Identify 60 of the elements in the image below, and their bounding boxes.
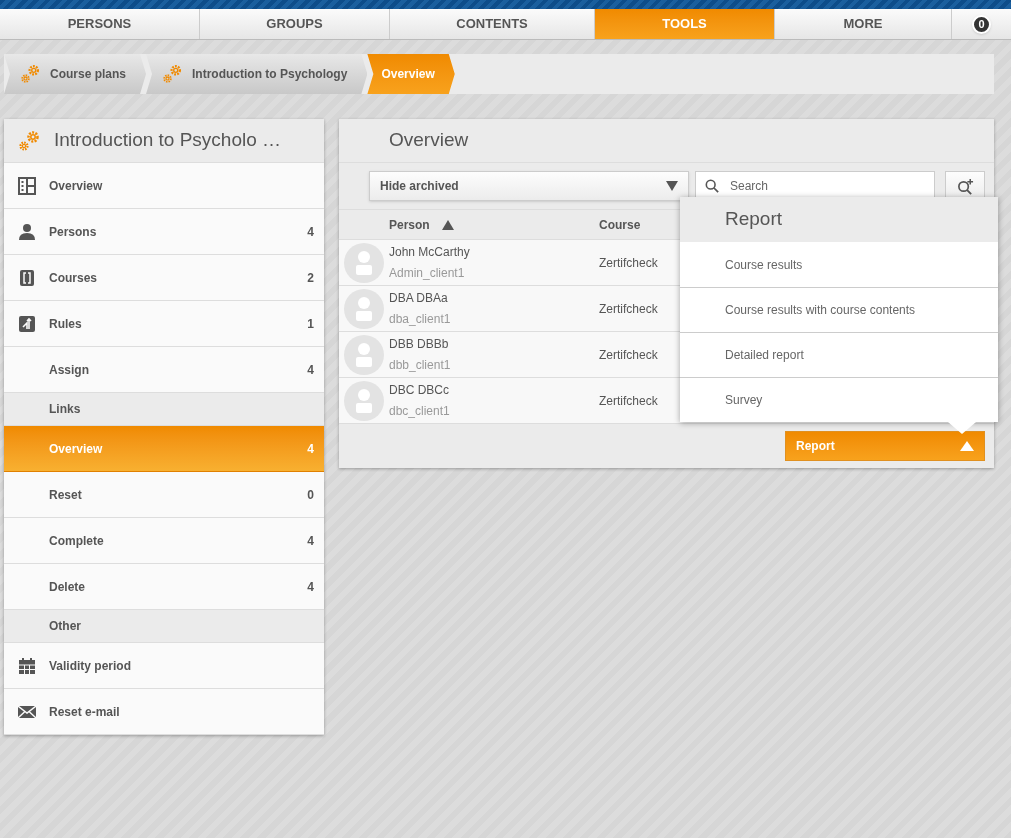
table-cell-text: Zertifcheck — [599, 254, 658, 272]
sidebar-item[interactable]: Reset e-mail — [4, 689, 324, 735]
gears-icon — [18, 128, 42, 153]
table-cell-text: Zertifcheck — [599, 392, 658, 410]
menu-item[interactable]: Survey — [680, 377, 998, 422]
book-icon — [17, 268, 36, 287]
sidebar-item[interactable]: Complete 4 — [4, 518, 324, 564]
person-login: dbb_client1 — [389, 357, 452, 374]
menu-title: Report — [725, 207, 783, 232]
table-cell-text: Zertifcheck — [599, 300, 658, 318]
search-icon — [705, 179, 719, 193]
sidebar-item[interactable]: Reset 0 — [4, 472, 324, 518]
nav-tab[interactable]: GROUPS — [200, 9, 390, 39]
gears-icon — [20, 63, 42, 85]
notification-badge[interactable]: 0 — [972, 14, 991, 34]
sort-ascending-icon — [441, 219, 454, 230]
person-name: DBC DBCc — [389, 382, 450, 399]
sidebar-item[interactable]: Validity period — [4, 643, 324, 689]
person-name: DBB DBBb — [389, 336, 450, 353]
person-name: John McCarthy — [389, 244, 471, 261]
sidebar-item[interactable]: Courses 2 — [4, 255, 324, 301]
person-name: DBA DBAa — [389, 290, 449, 307]
calendar-icon — [17, 656, 36, 675]
sidebar-item[interactable]: Rules 1 — [4, 301, 324, 347]
person-login: dba_client1 — [389, 311, 452, 328]
item-count: 4 — [307, 532, 315, 550]
item-count: 4 — [307, 440, 315, 458]
envelope-icon — [17, 704, 36, 719]
item-count: 4 — [307, 361, 315, 379]
menu-item[interactable]: Course results — [680, 242, 998, 287]
dropdown-caret-icon — [666, 181, 678, 191]
section-header: Other — [4, 610, 324, 643]
sidebar-item[interactable]: Persons 4 — [4, 209, 324, 255]
breadcrumb-item[interactable]: Course plans — [4, 54, 147, 94]
panel-title: Overview — [389, 128, 469, 153]
item-count: 4 — [307, 223, 315, 241]
person-login: Admin_client1 — [389, 265, 466, 282]
item-count: 1 — [307, 315, 315, 333]
nav-tab[interactable]: MORE — [775, 9, 952, 39]
layout-icon — [17, 176, 36, 195]
section-header: Links — [4, 393, 324, 426]
rules-icon — [17, 314, 36, 333]
menu-item[interactable]: Detailed report — [680, 332, 998, 377]
item-count: 0 — [307, 486, 315, 504]
sidebar-item[interactable]: Overview — [4, 163, 324, 209]
item-count: 4 — [307, 578, 315, 596]
breadcrumb-item[interactable]: Introduction to Psychology — [146, 54, 368, 94]
nav-tab[interactable]: CONTENTS — [390, 9, 595, 39]
sidebar-title: Introduction to Psycholo … — [54, 128, 282, 153]
search-plus-icon — [956, 177, 974, 195]
table-cell-text: Zertifcheck — [599, 346, 658, 364]
person-login: dbc_client1 — [389, 403, 451, 420]
nav-tab[interactable]: PERSONS — [0, 9, 200, 39]
item-count: 2 — [307, 269, 315, 287]
person-icon — [17, 222, 36, 241]
filter-dropdown[interactable]: Hide archived — [369, 171, 689, 201]
caret-up-icon — [960, 441, 974, 451]
menu-item[interactable]: Course results with course contents — [680, 287, 998, 332]
column-header[interactable]: Person — [339, 215, 599, 234]
column-header[interactable]: Course — [599, 215, 641, 234]
